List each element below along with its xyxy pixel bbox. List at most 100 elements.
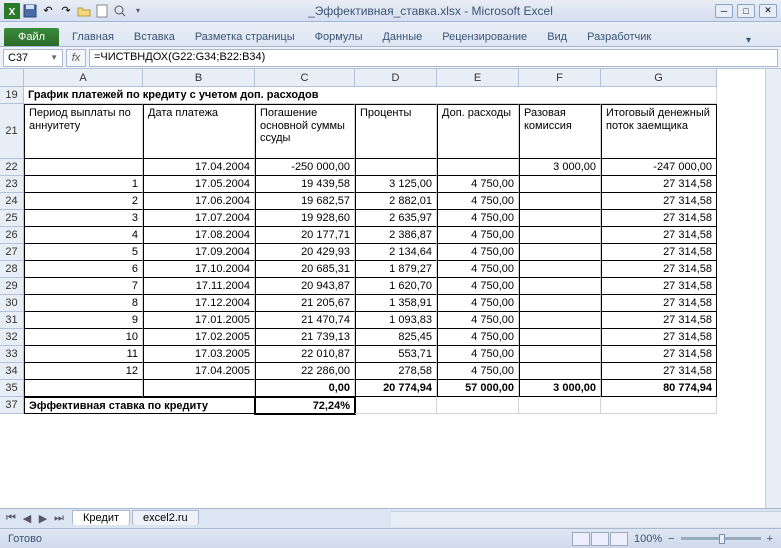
row-header[interactable]: 21 [0,104,24,159]
view-pagebreak-button[interactable] [610,532,628,546]
sheet-tab-active[interactable]: Кредит [72,510,130,525]
row-header[interactable]: 24 [0,193,24,210]
data-cell[interactable]: 17.03.2005 [143,346,255,363]
data-cell[interactable]: 3 [24,210,143,227]
column-label[interactable]: Период выплаты по аннуитету [24,104,143,159]
data-cell[interactable]: 1 879,27 [355,261,437,278]
data-cell[interactable]: 1 [24,176,143,193]
column-label[interactable]: Доп. расходы [437,104,519,159]
data-cell[interactable]: 12 [24,363,143,380]
open-icon[interactable] [76,3,92,19]
data-cell[interactable]: 2 134,64 [355,244,437,261]
select-all-corner[interactable] [0,69,24,87]
column-header[interactable]: C [255,69,355,87]
row-header[interactable]: 26 [0,227,24,244]
total-cell[interactable] [24,380,143,397]
data-cell[interactable]: 17.12.2004 [143,295,255,312]
data-cell[interactable]: 1 093,83 [355,312,437,329]
column-header[interactable]: F [519,69,601,87]
data-cell[interactable]: 17.10.2004 [143,261,255,278]
column-label[interactable]: Погашение основной суммы ссуды [255,104,355,159]
data-cell[interactable] [519,346,601,363]
row-header[interactable]: 22 [0,159,24,176]
data-cell[interactable] [519,244,601,261]
result-value[interactable]: 72,24% [255,397,355,414]
view-layout-button[interactable] [591,532,609,546]
data-cell[interactable] [519,210,601,227]
data-cell[interactable]: 2 386,87 [355,227,437,244]
data-cell[interactable] [519,312,601,329]
data-cell[interactable]: 4 750,00 [437,329,519,346]
data-cell[interactable]: 8 [24,295,143,312]
row-header[interactable]: 28 [0,261,24,278]
data-cell[interactable]: 17.11.2004 [143,278,255,295]
table-title[interactable]: График платежей по кредиту с учетом доп.… [24,87,717,104]
data-cell[interactable]: 27 314,58 [601,210,717,227]
data-cell[interactable]: 19 682,57 [255,193,355,210]
ribbon-tab[interactable]: Данные [372,28,432,46]
ribbon-tab[interactable]: Формулы [305,28,373,46]
data-cell[interactable]: 2 635,97 [355,210,437,227]
data-cell[interactable] [519,193,601,210]
data-cell[interactable]: 5 [24,244,143,261]
data-cell[interactable]: 4 750,00 [437,176,519,193]
data-cell[interactable]: 4 750,00 [437,278,519,295]
sheet-tab[interactable]: excel2.ru [132,510,199,525]
data-cell[interactable] [519,261,601,278]
data-cell[interactable]: 20 429,93 [255,244,355,261]
cell[interactable] [355,397,437,414]
column-header[interactable]: B [143,69,255,87]
data-cell[interactable]: 4 750,00 [437,261,519,278]
data-cell[interactable]: 17.01.2005 [143,312,255,329]
data-cell[interactable]: 4 750,00 [437,363,519,380]
data-cell[interactable]: 17.02.2005 [143,329,255,346]
horizontal-scrollbar[interactable] [391,511,781,527]
ribbon-tab[interactable]: Главная [62,28,124,46]
new-icon[interactable] [94,3,110,19]
data-cell[interactable]: 7 [24,278,143,295]
column-label[interactable]: Проценты [355,104,437,159]
data-cell[interactable]: 22 286,00 [255,363,355,380]
data-cell[interactable]: 2 [24,193,143,210]
cell[interactable] [437,397,519,414]
data-cell[interactable]: 20 943,87 [255,278,355,295]
data-cell[interactable]: 17.07.2004 [143,210,255,227]
data-cell[interactable]: 2 882,01 [355,193,437,210]
row-header[interactable]: 25 [0,210,24,227]
column-header[interactable]: D [355,69,437,87]
ribbon-tab[interactable]: Рецензирование [432,28,537,46]
preview-icon[interactable] [112,3,128,19]
column-label[interactable]: Дата платежа [143,104,255,159]
data-cell[interactable]: 3 125,00 [355,176,437,193]
result-label[interactable]: Эффективная ставка по кредиту [24,397,255,414]
data-cell[interactable]: 17.08.2004 [143,227,255,244]
cell[interactable] [601,397,717,414]
data-cell[interactable]: 4 750,00 [437,346,519,363]
data-cell[interactable]: 20 685,31 [255,261,355,278]
chevron-down-icon[interactable]: ▼ [50,53,58,62]
data-cell[interactable]: 17.05.2004 [143,176,255,193]
ribbon-collapse-icon[interactable]: ▾ [746,35,751,46]
total-cell[interactable]: 57 000,00 [437,380,519,397]
row-header[interactable]: 35 [0,380,24,397]
data-cell[interactable]: 4 [24,227,143,244]
sheet-nav-last-icon[interactable]: ⏭ [52,512,66,526]
save-icon[interactable] [22,3,38,19]
data-cell[interactable]: 21 470,74 [255,312,355,329]
data-cell[interactable]: 17.04.2004 [143,159,255,176]
name-box[interactable]: C37▼ [3,49,63,67]
total-cell[interactable]: 3 000,00 [519,380,601,397]
data-cell[interactable]: 278,58 [355,363,437,380]
data-cell[interactable]: 27 314,58 [601,278,717,295]
data-cell[interactable]: 17.04.2005 [143,363,255,380]
data-cell[interactable]: 4 750,00 [437,210,519,227]
sheet-nav-first-icon[interactable]: ⏮ [4,512,18,526]
fx-button[interactable]: fx [66,49,86,67]
data-cell[interactable]: 6 [24,261,143,278]
data-cell[interactable]: 1 358,91 [355,295,437,312]
data-cell[interactable]: 21 205,67 [255,295,355,312]
cell[interactable] [519,397,601,414]
row-header[interactable]: 19 [0,87,24,104]
data-cell[interactable]: 27 314,58 [601,363,717,380]
column-header[interactable]: E [437,69,519,87]
